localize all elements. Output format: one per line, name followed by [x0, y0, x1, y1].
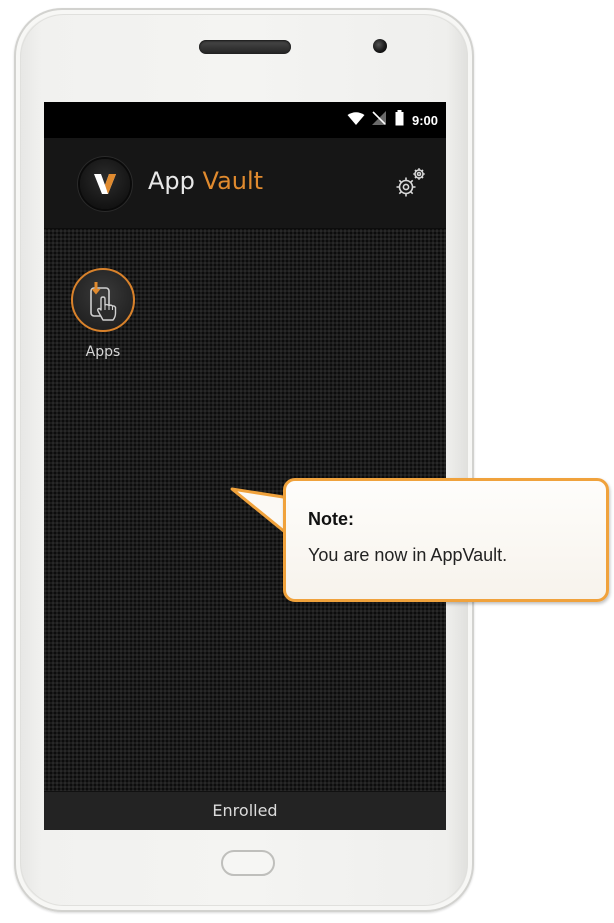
app-title-app: App — [148, 167, 195, 195]
home-button[interactable] — [221, 850, 275, 876]
enrollment-status-bar: Enrolled — [44, 791, 446, 830]
enrollment-status-text: Enrolled — [212, 801, 278, 820]
app-title-vault: Vault — [202, 167, 264, 195]
app-download-tap-icon — [90, 282, 117, 321]
battery-icon — [395, 110, 404, 130]
callout-title: Note: — [308, 509, 354, 529]
no-signal-icon — [371, 110, 387, 130]
settings-gear-icon[interactable] — [394, 166, 428, 200]
apps-tile[interactable]: Apps — [68, 268, 138, 360]
status-time: 9:00 — [411, 112, 438, 128]
front-camera — [373, 39, 387, 53]
earpiece-speaker — [199, 40, 291, 54]
appvault-logo — [80, 159, 130, 209]
appvault-logo-icon — [94, 174, 116, 194]
apps-tile-label: Apps — [85, 344, 121, 360]
status-icons: 9:00 — [347, 110, 438, 130]
apps-tile-circle — [71, 268, 135, 332]
wifi-icon — [347, 111, 365, 130]
tutorial-stage: 9:00 App Vault Apps Enrolled Note: You a… — [0, 0, 614, 923]
status-bar: 9:00 — [44, 102, 446, 138]
app-header: App Vault — [44, 138, 446, 229]
phone-screen: 9:00 App Vault Apps Enrolled — [44, 102, 446, 830]
phone-body: 9:00 App Vault Apps Enrolled — [14, 8, 474, 912]
app-title: App Vault — [148, 167, 263, 195]
note-callout: Note: You are now in AppVault. — [283, 478, 609, 602]
callout-body: You are now in AppVault. — [308, 545, 508, 565]
